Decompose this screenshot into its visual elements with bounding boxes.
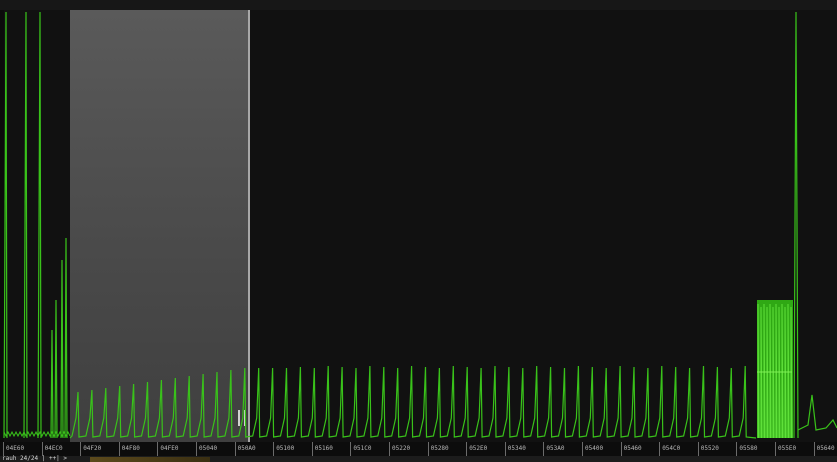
axis-tick [504,442,506,456]
tall-spike [23,11,28,439]
tall-spike [37,11,42,439]
axis-tick-label: 052E0 [469,445,488,452]
axis-tick [427,442,429,456]
axis-tick-label: 055E0 [778,445,797,452]
medium-spike [60,259,64,439]
axis-tick-label: 05340 [507,445,526,452]
axis-tick-label: 05580 [739,445,758,452]
axis-tick [582,442,583,456]
axis-tick-label: 05280 [430,445,449,452]
axis-tick-label: 04F20 [83,445,102,452]
burst-pulse [760,306,763,439]
axis-tick [466,442,468,456]
medium-spike [64,237,68,439]
axis-tick-label: 05220 [392,445,411,452]
left-edge [0,10,4,452]
medium-spike [54,299,58,439]
top-bar [0,0,837,10]
axis-tick [350,442,352,456]
burst-pulse [790,306,793,439]
axis-tick-label: 050A0 [237,445,256,452]
burst-pulse [787,303,790,439]
axis-tick [80,442,82,456]
burst-pulse [757,303,760,439]
axis-tick [311,442,313,456]
axis-tick-label: 04EC0 [44,445,63,452]
burst-pulse [772,306,775,439]
axis-tick-label: 04E60 [6,445,25,452]
axis-tick [118,442,120,456]
axis-tick [813,442,815,456]
burst-block [757,300,793,438]
axis-tick-label: 05460 [623,445,642,452]
axis-tick-label: 05520 [700,445,719,452]
burst-pulse [775,303,778,439]
axis-tick-label: 05100 [276,445,295,452]
axis-tick [775,442,776,456]
medium-spike [50,329,54,439]
axis-tick [196,442,197,456]
axis-tick [697,442,699,456]
status-progress [90,457,210,462]
axis-tick [234,442,236,456]
burst-pulse [769,303,772,439]
waveform-viewer[interactable]: rauh 24/24 | ++| > 04E60 04EC0 04F20 04F80 0… [0,0,837,462]
burst-pulse [784,306,787,439]
axis-tick [659,442,661,456]
burst-pulse [763,303,766,439]
axis-tick [389,442,390,456]
axis-tick-label: 05160 [314,445,333,452]
axis-tick-label: 051C0 [353,445,372,452]
axis-tick [620,442,622,456]
axis-tick-label: 05040 [199,445,218,452]
axis-tick-label: 05640 [816,445,835,452]
burst-pulse [766,306,769,439]
axis-tick [157,442,159,456]
status-text: rauh 24/24 | ++| > [2,455,68,462]
axis-tick [3,442,4,456]
burst-pulse [781,303,784,439]
axis-tick [543,442,545,456]
baseline-noise [3,430,71,438]
axis-tick [273,442,275,456]
selection-resize-handle[interactable] [238,410,246,426]
axis-tick-label: 054C0 [662,445,681,452]
axis-tick [736,442,738,456]
tall-spike [3,11,8,439]
tall-spike-right [793,11,799,439]
axis-tick-label: 05400 [585,445,604,452]
axis-tick-label: 04FE0 [160,445,179,452]
axis-tick-label: 04F80 [121,445,140,452]
axis-tick [41,442,43,456]
selection-region[interactable] [70,10,250,442]
tail-trace [797,394,837,431]
axis-tick-label: 053A0 [546,445,565,452]
burst-pulse [778,306,781,439]
